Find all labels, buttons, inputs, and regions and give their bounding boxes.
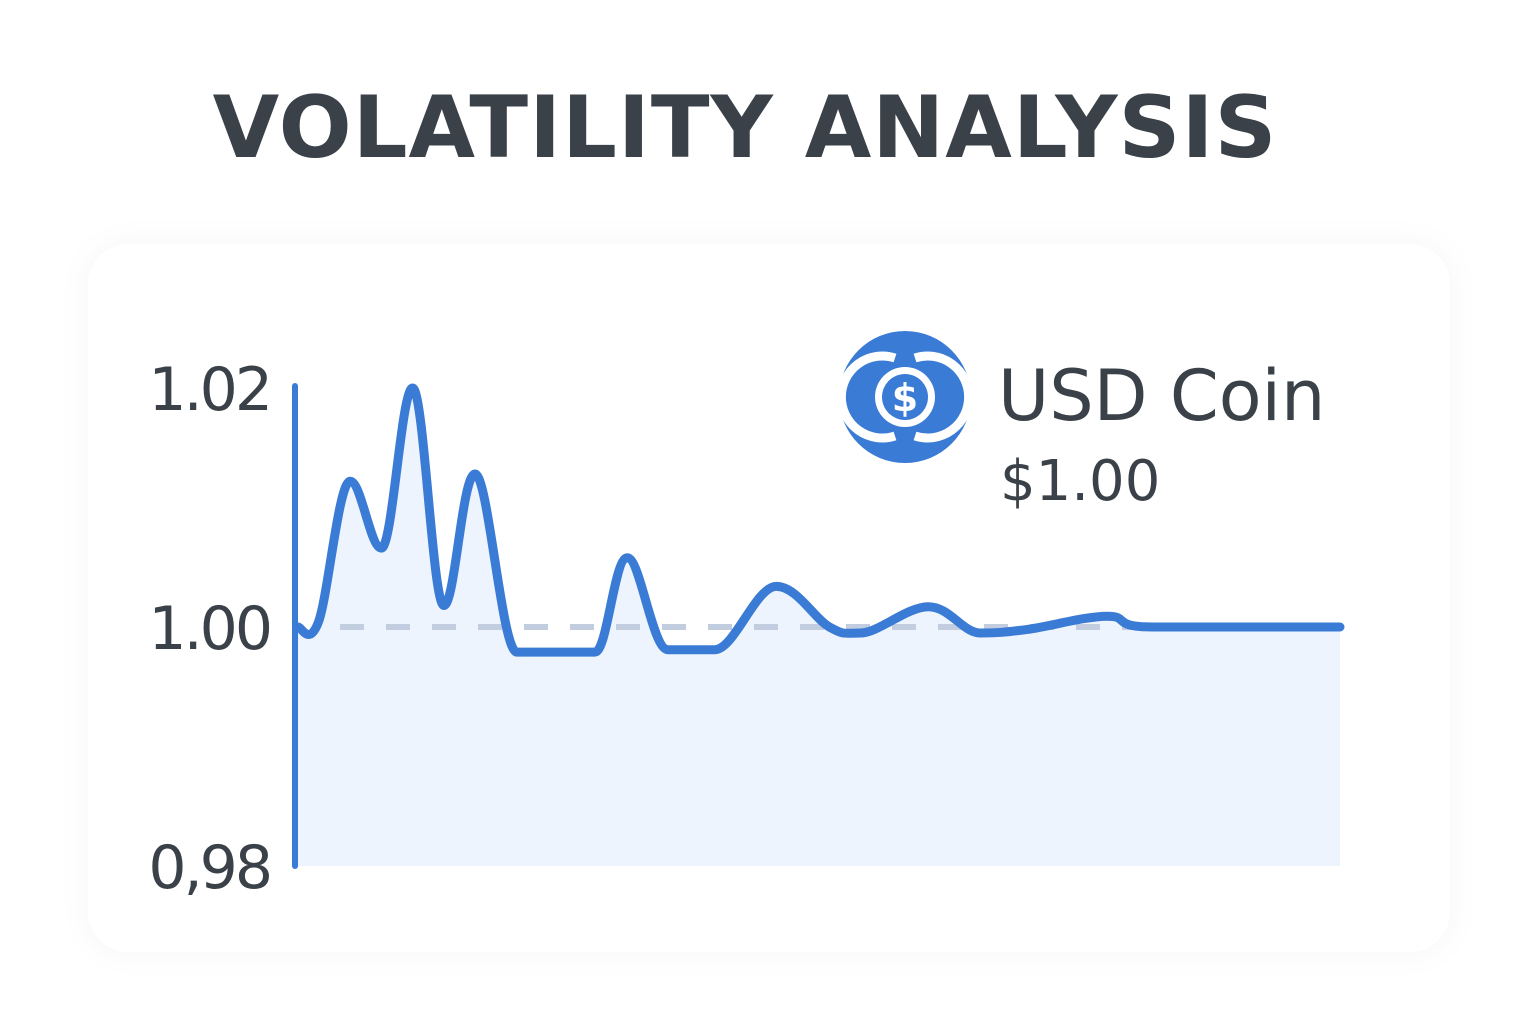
- y-tick-label: 1.00: [148, 594, 270, 664]
- svg-text:$: $: [892, 376, 918, 420]
- y-tick-label: 0,98: [148, 833, 270, 903]
- y-tick-label: 1.02: [148, 355, 270, 425]
- coin-name: USD Coin: [998, 355, 1326, 437]
- usd-coin-icon: $: [838, 331, 972, 463]
- coin-price: $1.00: [1000, 449, 1161, 514]
- legend: $ USD Coin $1.00: [838, 330, 1358, 530]
- y-tick-labels: 1.02 1.00 0,98: [148, 355, 273, 903]
